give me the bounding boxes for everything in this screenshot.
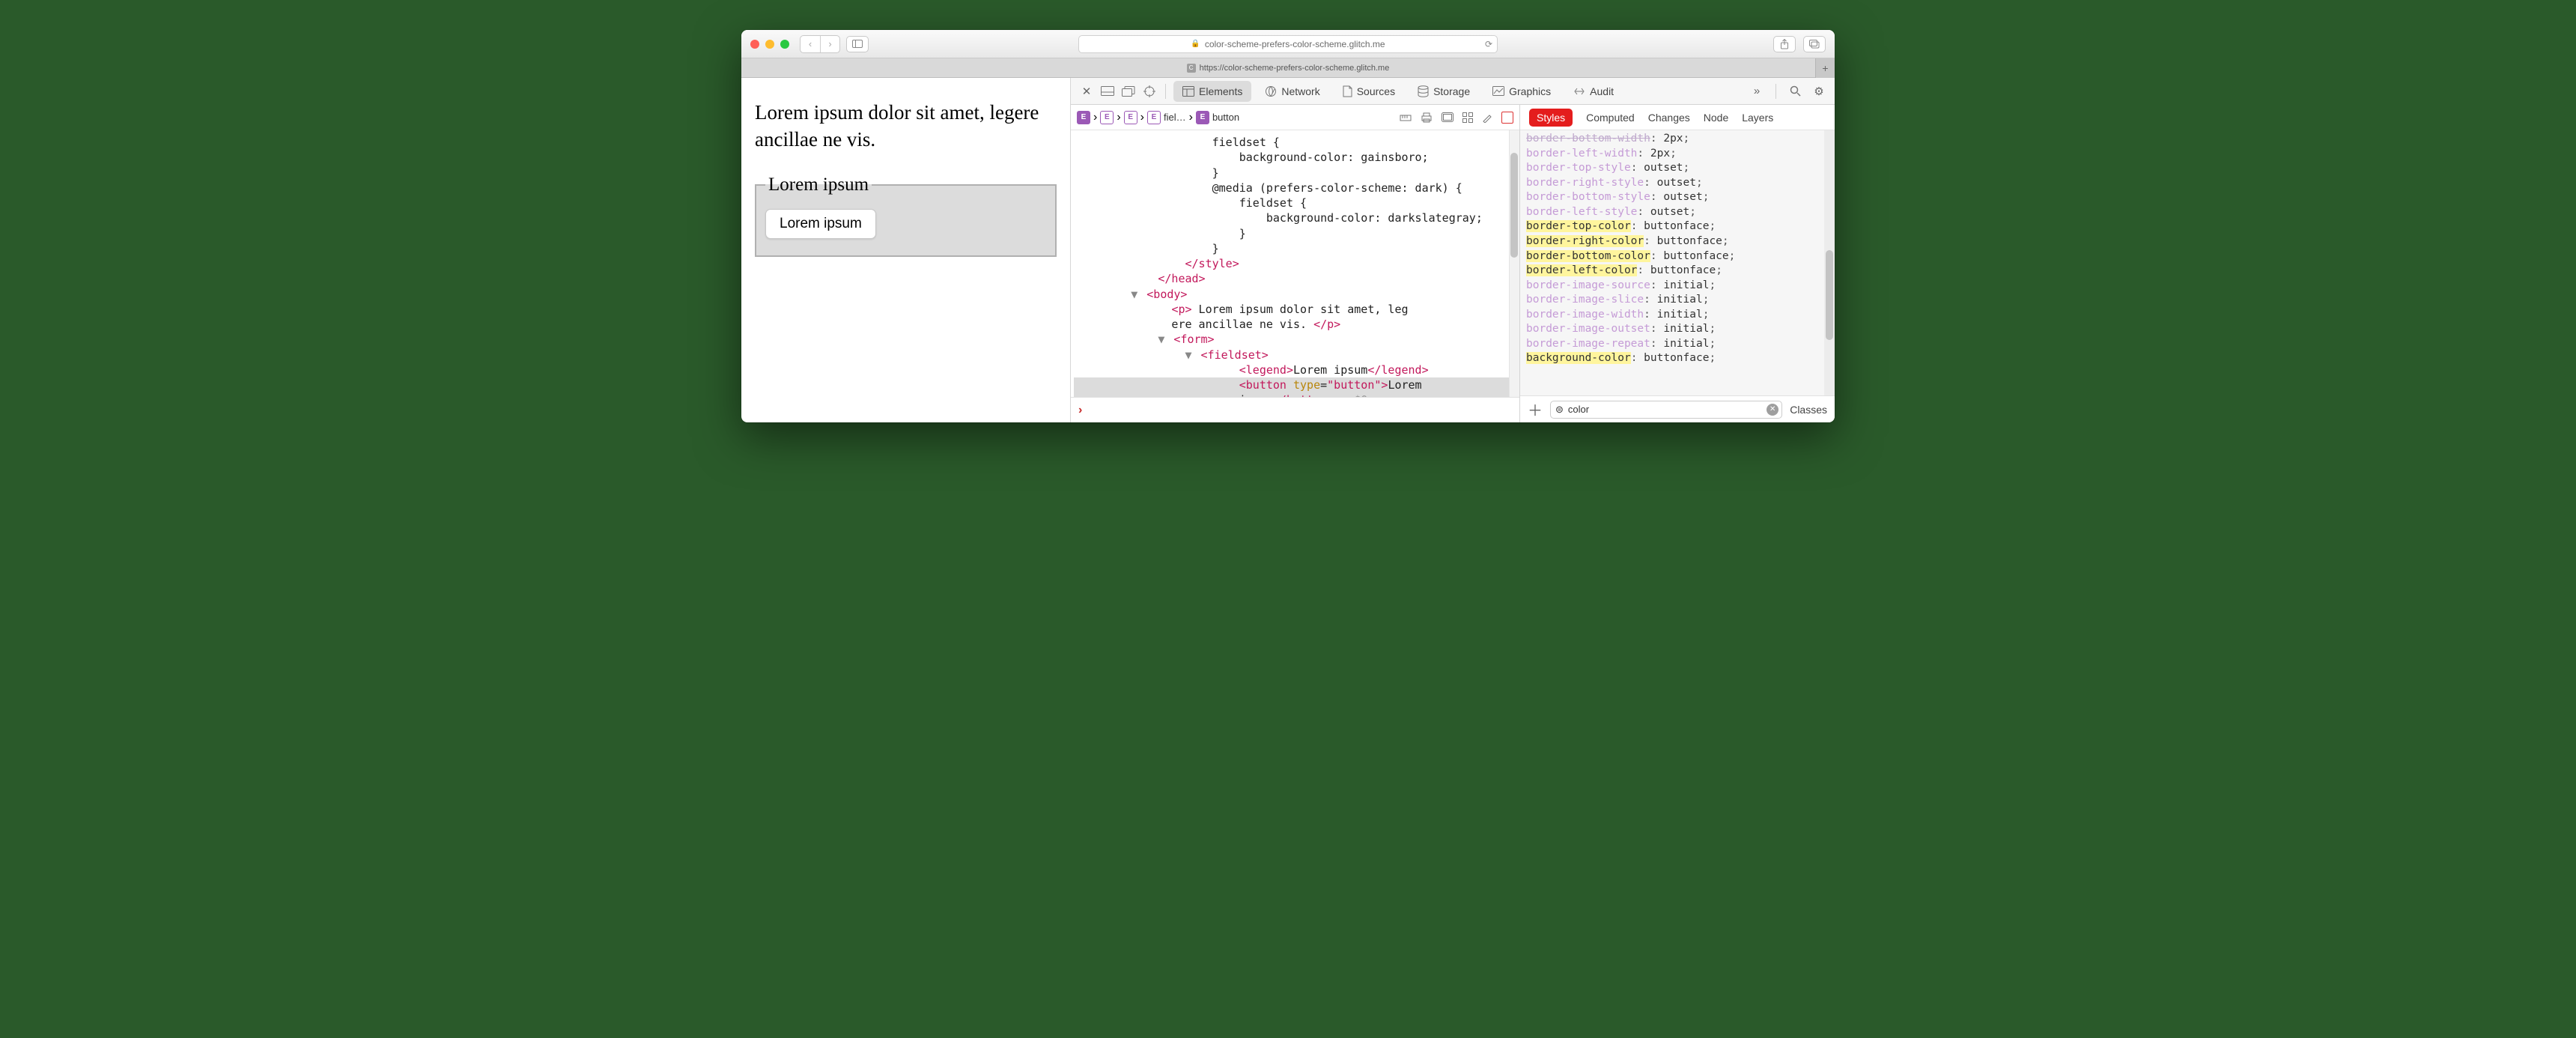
tab-elements[interactable]: Elements: [1173, 81, 1251, 102]
close-window-button[interactable]: [750, 40, 759, 49]
devtools-toolbar: ✕ Elements Network Sources: [1071, 78, 1835, 105]
nav-back-forward: ‹ ›: [800, 35, 840, 53]
device-icon[interactable]: [1442, 112, 1453, 122]
styles-footer: ＋ ⊜ color ✕ Classes: [1520, 395, 1835, 422]
page-legend: Lorem ipsum: [765, 174, 872, 195]
settings-button[interactable]: ⚙: [1811, 83, 1827, 100]
tab-audit[interactable]: Audit: [1564, 81, 1623, 102]
tab-label[interactable]: https://color-scheme-prefers-color-schem…: [1200, 64, 1390, 73]
styles-pane: Styles Computed Changes Node Layers bord…: [1520, 105, 1835, 422]
styles-tab-styles[interactable]: Styles: [1529, 109, 1573, 127]
devtools: ✕ Elements Network Sources: [1071, 78, 1835, 422]
styles-tabbar: Styles Computed Changes Node Layers: [1520, 105, 1835, 130]
share-button[interactable]: [1773, 36, 1796, 52]
tab-graphics-label: Graphics: [1509, 85, 1551, 97]
tab-elements-label: Elements: [1199, 85, 1242, 97]
inspect-element-button[interactable]: [1141, 83, 1158, 100]
filter-icon: ⊜: [1555, 404, 1564, 416]
clear-filter-button[interactable]: ✕: [1767, 404, 1778, 416]
sidebar-toggle-button[interactable]: [846, 36, 869, 52]
lock-icon: 🔒: [1191, 40, 1200, 48]
forward-button[interactable]: ›: [820, 36, 839, 52]
tab-sources[interactable]: Sources: [1334, 81, 1404, 102]
dock-side-button[interactable]: [1099, 83, 1116, 100]
styles-filter-input[interactable]: ⊜ color ✕: [1550, 401, 1782, 419]
console-chevron-icon: ›: [1078, 404, 1082, 417]
dock-popout-button[interactable]: [1120, 83, 1137, 100]
styles-tab-changes[interactable]: Changes: [1648, 112, 1690, 124]
dom-scrollbar[interactable]: [1509, 130, 1519, 397]
crumb-1[interactable]: E: [1100, 111, 1114, 124]
crumb-3[interactable]: Efiel…: [1147, 111, 1186, 124]
tab-favicon: C: [1187, 64, 1196, 73]
rendered-page: Lorem ipsum dolor sit amet, legere ancil…: [741, 78, 1071, 422]
tab-network-label: Network: [1281, 85, 1319, 97]
tab-storage[interactable]: Storage: [1409, 81, 1479, 102]
search-button[interactable]: [1787, 83, 1803, 100]
styles-list[interactable]: border-bottom-width: 2px;border-left-wid…: [1520, 130, 1835, 395]
ruler-icon[interactable]: [1400, 112, 1412, 123]
address-bar-text: color-scheme-prefers-color-scheme.glitch…: [1205, 39, 1385, 49]
window-controls: [750, 40, 789, 49]
back-button[interactable]: ‹: [801, 36, 820, 52]
address-bar[interactable]: 🔒 color-scheme-prefers-color-scheme.glit…: [1078, 35, 1498, 53]
new-tab-button[interactable]: +: [1815, 58, 1835, 78]
crumb-4[interactable]: Ebutton: [1196, 111, 1239, 124]
overflow-tabs-button[interactable]: »: [1749, 83, 1765, 100]
paint-icon[interactable]: [1482, 112, 1492, 123]
dom-pane: E› E› E› Efiel…› Ebutton: [1071, 105, 1520, 422]
tab-network[interactable]: Network: [1256, 81, 1328, 102]
grid-icon[interactable]: [1462, 112, 1473, 123]
page-form: Lorem ipsum Lorem ipsum: [755, 174, 1057, 257]
dom-tree[interactable]: fieldset { background-color: gainsboro; …: [1071, 130, 1519, 397]
titlebar: ‹ › 🔒 color-scheme-prefers-color-scheme.…: [741, 30, 1835, 58]
page-fieldset: Lorem ipsum Lorem ipsum: [755, 174, 1057, 257]
browser-window: ‹ › 🔒 color-scheme-prefers-color-scheme.…: [741, 30, 1835, 422]
classes-toggle-button[interactable]: Classes: [1790, 404, 1827, 416]
content-area: Lorem ipsum dolor sit amet, legere ancil…: [741, 78, 1835, 422]
console-prompt[interactable]: ›: [1071, 397, 1519, 422]
tab-strip: C https://color-scheme-prefers-color-sch…: [741, 58, 1835, 78]
minimize-window-button[interactable]: [765, 40, 774, 49]
styles-scrollbar[interactable]: [1824, 130, 1835, 395]
styles-tab-node[interactable]: Node: [1704, 112, 1728, 124]
zoom-window-button[interactable]: [780, 40, 789, 49]
close-devtools-button[interactable]: ✕: [1078, 83, 1095, 100]
tabs-overview-button[interactable]: [1803, 36, 1826, 52]
styles-filter-value: color: [1568, 404, 1589, 415]
crumb-0[interactable]: E: [1077, 111, 1090, 124]
styles-tab-computed[interactable]: Computed: [1586, 112, 1635, 124]
tab-sources-label: Sources: [1357, 85, 1395, 97]
page-paragraph: Lorem ipsum dolor sit amet, legere ancil…: [755, 99, 1057, 154]
tab-storage-label: Storage: [1433, 85, 1470, 97]
compositing-borders-icon[interactable]: [1501, 112, 1513, 124]
tab-graphics[interactable]: Graphics: [1483, 81, 1560, 102]
breadcrumb-row: E› E› E› Efiel…› Ebutton: [1071, 105, 1519, 130]
tab-audit-label: Audit: [1590, 85, 1614, 97]
styles-tab-layers[interactable]: Layers: [1742, 112, 1773, 124]
reload-button[interactable]: ⟳: [1485, 39, 1492, 49]
page-button[interactable]: Lorem ipsum: [765, 209, 876, 239]
crumb-2[interactable]: E: [1124, 111, 1137, 124]
new-rule-button[interactable]: ＋: [1528, 398, 1543, 420]
print-icon[interactable]: [1421, 112, 1433, 123]
